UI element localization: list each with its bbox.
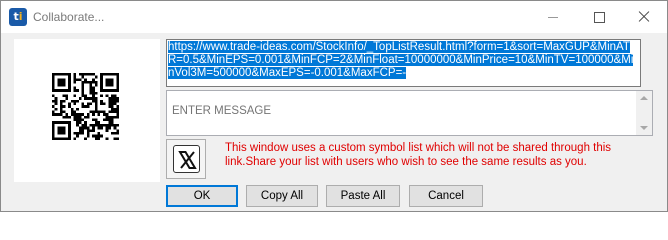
- share-link-text[interactable]: https://www.trade-ideas.com/StockInfo/_T…: [168, 41, 638, 80]
- app-icon: ti: [9, 8, 27, 26]
- title-bar[interactable]: ti Collaborate...: [1, 1, 667, 33]
- qr-code-icon: [52, 73, 119, 140]
- message-field-container: [166, 90, 653, 136]
- ok-button[interactable]: OK: [166, 185, 238, 207]
- share-on-x-button[interactable]: [166, 139, 206, 179]
- scroll-down-icon[interactable]: [640, 126, 648, 130]
- maximize-icon[interactable]: [576, 1, 622, 33]
- x-logo-icon: [173, 145, 200, 173]
- scroll-up-icon[interactable]: [640, 96, 648, 100]
- window-title: Collaborate...: [33, 10, 105, 24]
- copy-all-button[interactable]: Copy All: [246, 185, 318, 207]
- message-scrollbar[interactable]: [636, 91, 652, 135]
- cancel-button[interactable]: Cancel: [409, 185, 483, 207]
- paste-all-button[interactable]: Paste All: [326, 185, 400, 207]
- share-link-field[interactable]: https://www.trade-ideas.com/StockInfo/_T…: [166, 39, 641, 87]
- qr-panel: [14, 39, 160, 182]
- message-input[interactable]: [167, 91, 638, 135]
- minimize-icon[interactable]: [530, 1, 576, 33]
- collaborate-window: ti Collaborate... https://www.trade-idea…: [0, 0, 668, 212]
- custom-list-warning: This window uses a custom symbol list wh…: [225, 142, 612, 168]
- close-icon[interactable]: [621, 1, 667, 33]
